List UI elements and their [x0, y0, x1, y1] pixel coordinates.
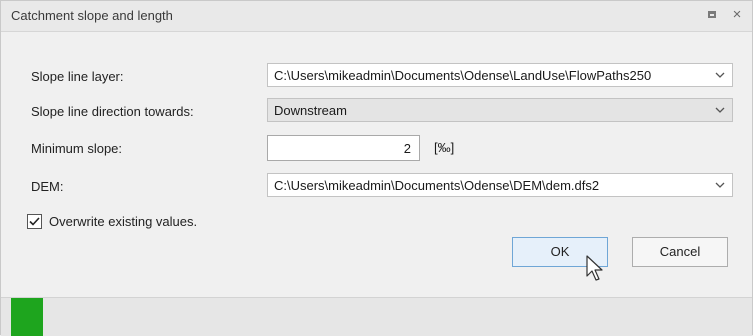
minimum-slope-unit: [‰] — [434, 140, 455, 155]
slope-direction-value: Downstream — [274, 103, 347, 118]
dem-value: C:\Users\mikeadmin\Documents\Odense\DEM\… — [274, 178, 600, 193]
chevron-down-icon — [715, 107, 725, 113]
title-bar: Catchment slope and length × — [1, 1, 752, 32]
dem-dropdown[interactable]: C:\Users\mikeadmin\Documents\Odense\DEM\… — [267, 173, 733, 197]
dialog-title: Catchment slope and length — [11, 8, 173, 23]
minimum-slope-input[interactable]: 2 — [267, 135, 420, 161]
dem-label: DEM: — [31, 179, 64, 194]
minimum-slope-label: Minimum slope: — [31, 141, 123, 156]
cancel-button[interactable]: Cancel — [632, 237, 728, 267]
catchment-slope-dialog: Catchment slope and length × Slope line … — [0, 0, 753, 336]
progress-bar-fill — [11, 298, 43, 336]
status-bar — [1, 297, 752, 336]
mouse-cursor-icon — [586, 255, 603, 281]
restore-icon[interactable] — [705, 7, 721, 23]
slope-line-layer-dropdown[interactable]: C:\Users\mikeadmin\Documents\Odense\Land… — [267, 63, 733, 87]
overwrite-label[interactable]: Overwrite existing values. — [49, 214, 197, 229]
chevron-down-icon — [715, 72, 725, 78]
checkmark-icon — [29, 217, 40, 226]
slope-line-layer-label: Slope line layer: — [31, 69, 124, 84]
progress-bar — [11, 298, 43, 336]
slope-direction-dropdown[interactable]: Downstream — [267, 98, 733, 122]
slope-line-layer-value: C:\Users\mikeadmin\Documents\Odense\Land… — [274, 68, 652, 83]
minimum-slope-value: 2 — [403, 141, 411, 156]
overwrite-checkbox[interactable] — [27, 214, 42, 229]
close-icon[interactable]: × — [729, 7, 745, 23]
chevron-down-icon — [715, 182, 725, 188]
slope-direction-label: Slope line direction towards: — [31, 104, 194, 119]
